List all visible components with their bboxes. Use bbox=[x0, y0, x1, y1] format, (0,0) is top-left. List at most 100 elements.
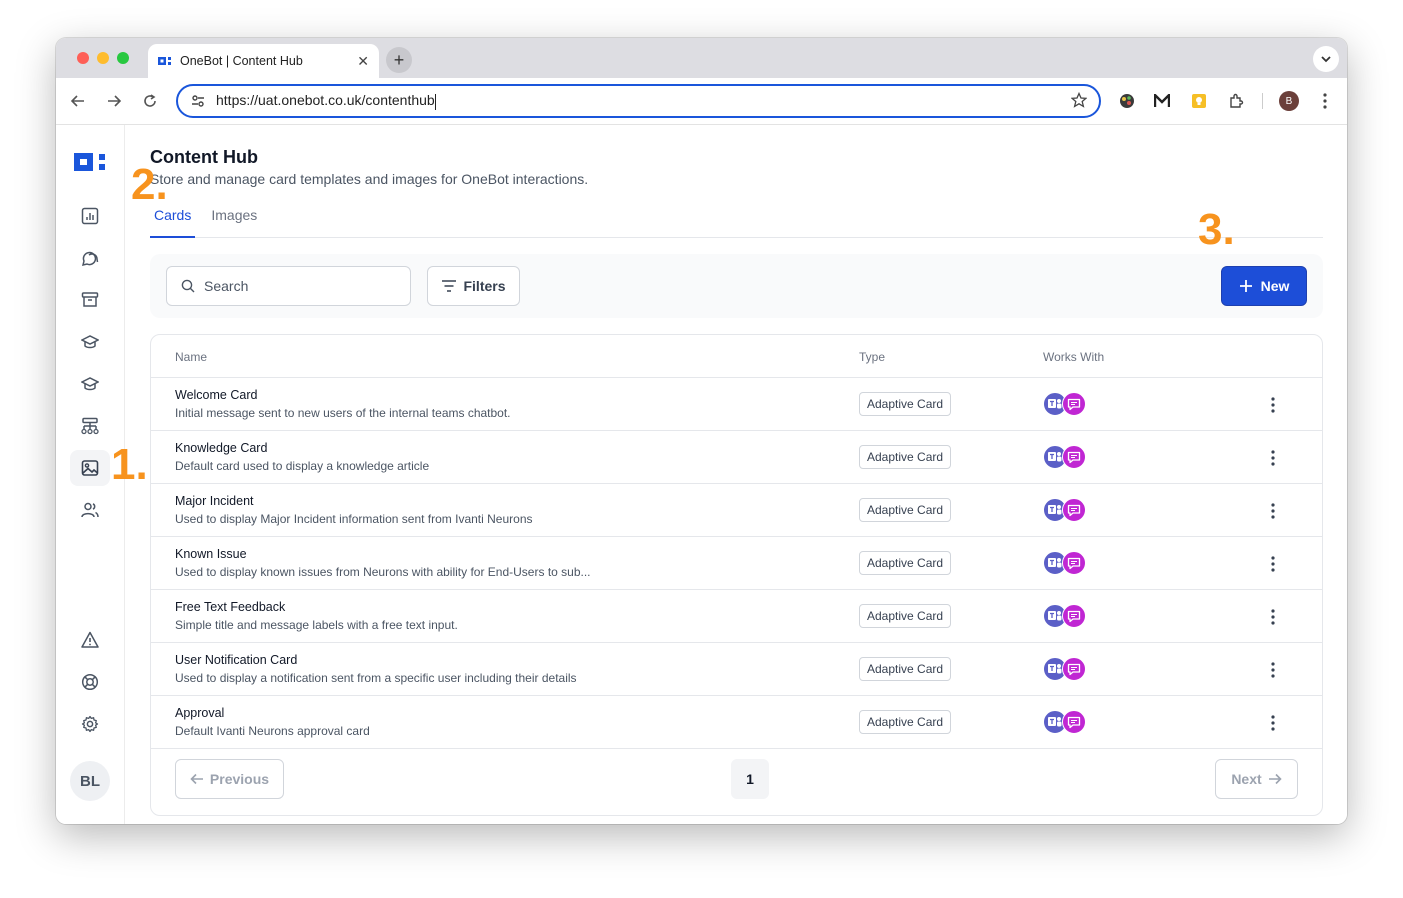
table-row[interactable]: Known Issue Used to display known issues … bbox=[151, 537, 1322, 590]
works-with-channels bbox=[1043, 498, 1086, 522]
table-row[interactable]: Welcome Card Initial message sent to new … bbox=[151, 378, 1322, 431]
card-type-badge: Adaptive Card bbox=[859, 445, 952, 469]
tab-close-icon[interactable]: ✕ bbox=[357, 53, 369, 70]
content-tabs: Cards Images bbox=[150, 197, 1323, 238]
works-with-channels bbox=[1043, 604, 1086, 628]
browser-toolbar: https://uat.onebot.co.uk/contenthub B bbox=[56, 78, 1347, 125]
row-actions-button[interactable] bbox=[1261, 500, 1285, 522]
card-name: Known Issue bbox=[175, 547, 247, 561]
page-subtitle: Store and manage card templates and imag… bbox=[150, 171, 589, 187]
onebot-favicon-icon bbox=[158, 54, 172, 68]
pagination: Previous 1 Next bbox=[151, 749, 1322, 815]
chat-bubbles-icon bbox=[81, 251, 99, 267]
sidebar-item-learning[interactable] bbox=[70, 324, 110, 360]
row-actions-button[interactable] bbox=[1261, 712, 1285, 734]
next-page-button[interactable]: Next bbox=[1215, 759, 1298, 799]
users-icon bbox=[81, 502, 99, 518]
graduation-cap-icon bbox=[81, 335, 99, 349]
card-name: Welcome Card bbox=[175, 388, 258, 402]
row-actions-button[interactable] bbox=[1261, 447, 1285, 469]
extension-keep-icon[interactable] bbox=[1189, 91, 1209, 111]
sidebar-item-archive[interactable] bbox=[70, 282, 110, 318]
row-actions-button[interactable] bbox=[1261, 553, 1285, 575]
sidebar-item-support[interactable] bbox=[70, 664, 110, 700]
browser-titlebar: OneBot | Content Hub ✕ + bbox=[56, 38, 1347, 78]
browser-tab[interactable]: OneBot | Content Hub ✕ bbox=[148, 44, 379, 78]
card-description: Default card used to display a knowledge… bbox=[175, 459, 430, 473]
card-name: User Notification Card bbox=[175, 653, 298, 667]
tab-search-button[interactable] bbox=[1313, 46, 1339, 72]
plus-icon bbox=[1239, 279, 1253, 293]
search-icon bbox=[181, 279, 195, 293]
extension-palette-icon[interactable] bbox=[1117, 91, 1137, 111]
arrow-right-icon bbox=[108, 95, 122, 107]
sidebar-item-workflows[interactable] bbox=[70, 408, 110, 444]
sidebar-item-conversations[interactable] bbox=[70, 240, 110, 276]
close-window-button[interactable] bbox=[77, 52, 89, 64]
row-actions-button[interactable] bbox=[1261, 606, 1285, 628]
extensions-puzzle-icon[interactable] bbox=[1226, 91, 1246, 111]
sidebar-item-settings[interactable] bbox=[70, 706, 110, 742]
table-row[interactable]: Approval Default Ivanti Neurons approval … bbox=[151, 696, 1322, 749]
tab-title: OneBot | Content Hub bbox=[180, 54, 303, 68]
card-type-badge: Adaptive Card bbox=[859, 710, 952, 734]
sidebar-item-analytics[interactable] bbox=[70, 198, 110, 234]
sidebar-item-alerts[interactable] bbox=[70, 622, 110, 658]
web-chat-icon bbox=[1062, 498, 1086, 522]
row-actions-button[interactable] bbox=[1261, 394, 1285, 416]
maximize-window-button[interactable] bbox=[117, 52, 129, 64]
browser-window: OneBot | Content Hub ✕ + https://uat.one… bbox=[56, 38, 1347, 824]
sidebar-item-users[interactable] bbox=[70, 492, 110, 528]
profile-button[interactable]: B bbox=[1279, 91, 1299, 111]
filter-lines-icon bbox=[441, 279, 457, 293]
table-row[interactable]: Knowledge Card Default card used to displ… bbox=[151, 431, 1322, 484]
site-settings-icon[interactable] bbox=[190, 93, 206, 109]
web-chat-icon bbox=[1062, 710, 1086, 734]
chart-icon bbox=[81, 207, 99, 225]
column-works-with: Works With bbox=[1043, 350, 1105, 364]
extension-m-icon[interactable] bbox=[1152, 91, 1172, 111]
sidebar-item-content-hub[interactable] bbox=[70, 450, 110, 486]
table-body: Welcome Card Initial message sent to new … bbox=[151, 378, 1322, 749]
image-icon bbox=[81, 460, 99, 476]
table-row[interactable]: Major Incident Used to display Major Inci… bbox=[151, 484, 1322, 537]
forward-button[interactable] bbox=[104, 91, 124, 111]
bookmark-star-icon[interactable] bbox=[1070, 91, 1088, 111]
archive-icon bbox=[81, 292, 99, 307]
onebot-logo[interactable] bbox=[74, 152, 106, 177]
column-name: Name bbox=[175, 350, 208, 364]
row-actions-button[interactable] bbox=[1261, 659, 1285, 681]
sidebar-item-training[interactable] bbox=[70, 366, 110, 402]
kebab-menu-icon bbox=[1271, 609, 1275, 625]
tab-images[interactable]: Images bbox=[207, 197, 261, 238]
reload-button[interactable] bbox=[140, 91, 160, 111]
page-number-current[interactable]: 1 bbox=[731, 759, 769, 799]
filters-label: Filters bbox=[463, 278, 506, 294]
user-avatar[interactable]: BL bbox=[70, 761, 110, 801]
address-bar[interactable]: https://uat.onebot.co.uk/contenthub bbox=[176, 84, 1101, 118]
gear-icon bbox=[81, 715, 99, 733]
back-button[interactable] bbox=[68, 91, 88, 111]
kebab-menu-icon bbox=[1271, 397, 1275, 413]
window-controls bbox=[77, 52, 129, 64]
next-label: Next bbox=[1231, 771, 1262, 787]
minimize-window-button[interactable] bbox=[97, 52, 109, 64]
filters-button[interactable]: Filters bbox=[427, 266, 520, 306]
new-card-button[interactable]: New bbox=[1221, 266, 1307, 306]
works-with-channels bbox=[1043, 710, 1086, 734]
table-row[interactable]: User Notification Card Used to display a … bbox=[151, 643, 1322, 696]
cards-table: Name Type Works With Welcome Card Initial… bbox=[150, 334, 1323, 816]
table-row[interactable]: Free Text Feedback Simple title and messa… bbox=[151, 590, 1322, 643]
web-chat-icon bbox=[1062, 445, 1086, 469]
browser-menu-button[interactable] bbox=[1315, 91, 1335, 111]
new-tab-button[interactable]: + bbox=[386, 47, 412, 73]
previous-page-button[interactable]: Previous bbox=[175, 759, 284, 799]
kebab-menu-icon bbox=[1271, 503, 1275, 519]
graduation-cap-icon bbox=[81, 377, 99, 391]
kebab-menu-icon bbox=[1323, 93, 1327, 109]
web-chat-icon bbox=[1062, 604, 1086, 628]
card-type-badge: Adaptive Card bbox=[859, 657, 952, 681]
web-chat-icon bbox=[1062, 551, 1086, 575]
search-input[interactable]: Search bbox=[166, 266, 411, 306]
main-content: Content Hub Store and manage card templa… bbox=[150, 125, 1323, 824]
